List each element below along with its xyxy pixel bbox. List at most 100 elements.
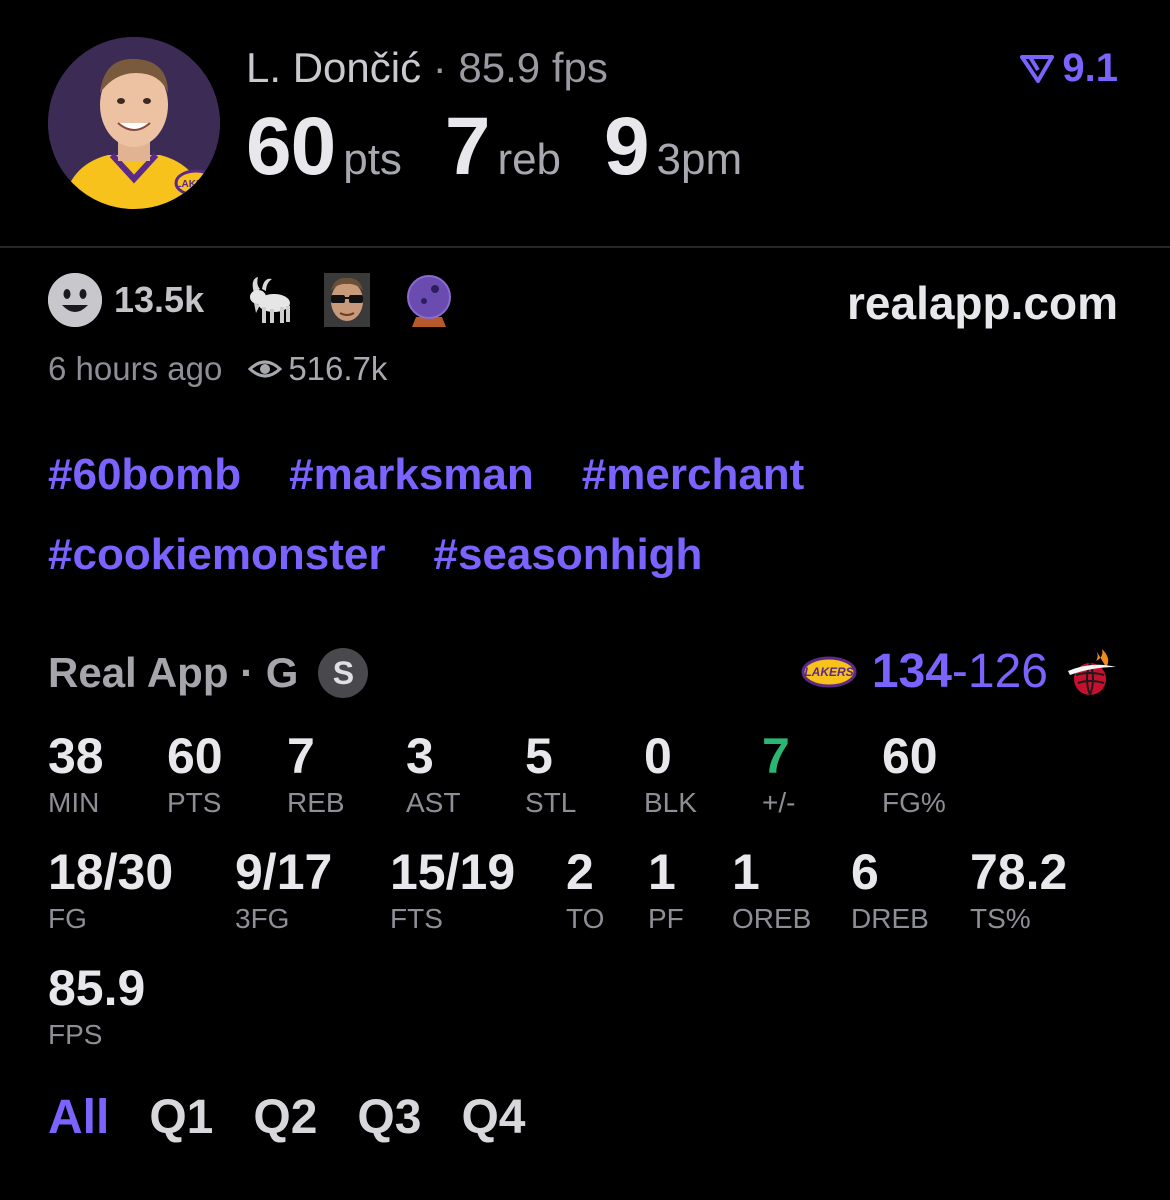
tab-q2[interactable]: Q2 — [253, 1090, 317, 1145]
stat-fg: 18/30 FG — [48, 844, 173, 936]
stat-label: MIN — [48, 787, 100, 818]
fps-text: 85.9 fps — [458, 44, 608, 91]
headline-threes-unit: 3pm — [656, 135, 743, 184]
stat-plus-minus: 7 +/- — [762, 728, 795, 820]
stat-ast: 3 AST — [406, 728, 460, 820]
stat-label: DREB — [851, 903, 929, 934]
stat-reb: 7 REB — [287, 728, 345, 820]
svg-text:LAKERS: LAKERS — [804, 665, 853, 679]
stat-label: 3FG — [235, 903, 290, 934]
s-badge[interactable]: S — [318, 648, 369, 698]
quarter-tabs: All Q1 Q2 Q3 Q4 — [48, 1090, 525, 1145]
stat-value: 78.2 — [970, 844, 1068, 900]
stat-label: TO — [566, 903, 605, 934]
reactions-bar: 13.5k — [48, 273, 486, 327]
game-score[interactable]: LAKERS 134 - 126 — [800, 644, 1118, 699]
stat-pts: 60 PTS — [167, 728, 223, 820]
score-dash: - — [951, 645, 968, 698]
stat-value: 60 — [167, 728, 223, 784]
stat-label: +/- — [762, 787, 796, 818]
rating-value: 9.1 — [1062, 46, 1118, 90]
stat-label: AST — [406, 787, 461, 818]
tab-q3[interactable]: Q3 — [357, 1090, 421, 1145]
headline-rebounds-value: 7 — [444, 101, 491, 192]
tab-q1[interactable]: Q1 — [149, 1090, 213, 1145]
stat-label: STL — [525, 787, 577, 818]
stat-label: FG — [48, 903, 87, 934]
stat-value: 1 — [648, 844, 676, 900]
player-title: L. Dončić · 85.9 fps — [246, 44, 608, 92]
stat-label: BLK — [644, 787, 697, 818]
stat-value: 2 — [566, 844, 594, 900]
stat-3fg: 9/17 3FG — [235, 844, 332, 936]
tab-q4[interactable]: Q4 — [461, 1090, 525, 1145]
stat-label: FPS — [48, 1019, 103, 1050]
source-label: Real App · G — [48, 649, 299, 696]
stat-fts: 15/19 FTS — [390, 844, 515, 936]
stat-value: 18/30 — [48, 844, 174, 900]
headline-points-value: 60 — [246, 101, 336, 192]
headline-stats: 60 pts 7 reb 9 3pm — [246, 100, 742, 194]
stat-min: 38 MIN — [48, 728, 104, 820]
stat-blk: 0 BLK — [644, 728, 697, 820]
hashtag[interactable]: #cookiemonster — [48, 530, 385, 580]
stat-value: 60 — [882, 728, 938, 784]
stat-to: 2 TO — [566, 844, 604, 936]
smiley-icon[interactable] — [48, 273, 102, 327]
home-score: 134 — [871, 645, 952, 698]
stat-label: FG% — [882, 787, 946, 818]
stat-value: 3 — [406, 728, 434, 784]
headline-threes-value: 9 — [603, 101, 650, 192]
site-link[interactable]: realapp.com — [847, 276, 1118, 330]
stat-value: 6 — [851, 844, 879, 900]
hashtag[interactable]: #seasonhigh — [433, 530, 702, 580]
player-avatar[interactable]: LAKERS — [48, 37, 220, 209]
stat-label: PF — [648, 903, 684, 934]
header-divider — [0, 246, 1170, 248]
stat-pf: 1 PF — [648, 844, 684, 936]
svg-text:LAKERS: LAKERS — [175, 179, 216, 190]
stat-label: FTS — [390, 903, 443, 934]
stat-value: 7 — [287, 728, 315, 784]
stat-stl: 5 STL — [525, 728, 576, 820]
real-logo-icon — [1020, 54, 1055, 83]
hashtag[interactable]: #marksman — [289, 450, 534, 500]
hashtag-list: #60bomb #marksman #merchant #cookiemonst… — [48, 450, 1128, 580]
eye-icon — [248, 360, 283, 378]
headline-points-unit: pts — [343, 135, 402, 184]
stat-value: 15/19 — [390, 844, 516, 900]
stat-label: REB — [287, 787, 345, 818]
title-separator: · — [432, 44, 447, 91]
stat-ts-pct: 78.2 TS% — [970, 844, 1067, 936]
tab-all[interactable]: All — [48, 1090, 109, 1145]
goat-icon[interactable] — [240, 273, 296, 327]
stat-source: Real App · G S — [48, 648, 369, 698]
sunglasses-player-icon[interactable] — [322, 273, 378, 327]
stat-value: 85.9 — [48, 960, 146, 1016]
away-score: 126 — [967, 645, 1048, 698]
player-photo-icon: LAKERS — [48, 37, 220, 209]
stat-fps: 85.9 FPS — [48, 960, 145, 1052]
stat-dreb: 6 DREB — [851, 844, 929, 936]
stat-value: 5 — [525, 728, 553, 784]
stat-value: 9/17 — [235, 844, 333, 900]
stat-value: 0 — [644, 728, 672, 784]
stat-oreb: 1 OREB — [732, 844, 811, 936]
stat-label: TS% — [970, 903, 1031, 934]
time-ago: 6 hours ago — [48, 350, 223, 387]
hashtag[interactable]: #merchant — [582, 450, 805, 500]
stat-fg-pct: 60 FG% — [882, 728, 946, 820]
stat-label: OREB — [732, 903, 812, 934]
view-count: 516.7k — [248, 350, 387, 388]
stat-value: 1 — [732, 844, 760, 900]
player-name[interactable]: L. Dončić — [246, 44, 421, 91]
view-count-value: 516.7k — [288, 350, 388, 387]
stat-value: 7 — [762, 728, 790, 784]
reaction-count: 13.5k — [114, 279, 205, 320]
post-meta: 6 hours ago 516.7k — [48, 350, 387, 388]
hashtag[interactable]: #60bomb — [48, 450, 241, 500]
rating-badge[interactable]: 9.1 — [1020, 46, 1118, 91]
stat-label: PTS — [167, 787, 222, 818]
crystal-ball-icon[interactable] — [404, 273, 460, 327]
stat-value: 38 — [48, 728, 104, 784]
